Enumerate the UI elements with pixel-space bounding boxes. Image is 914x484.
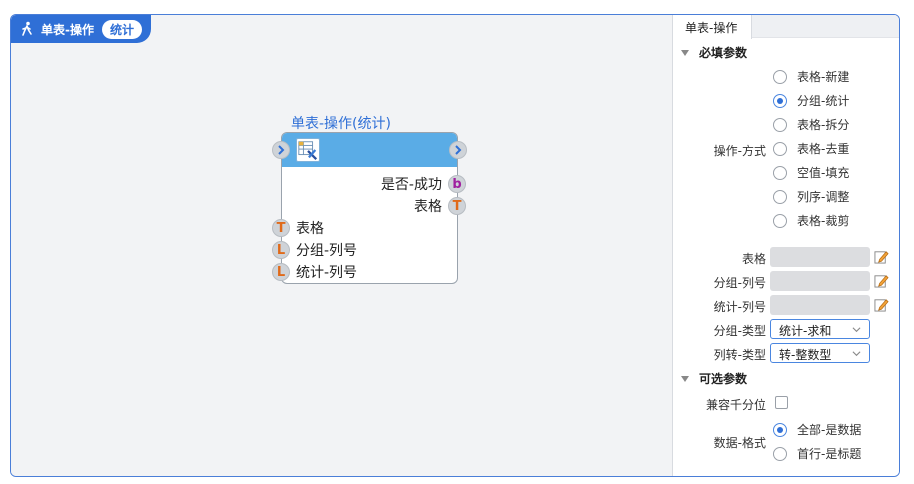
flow-in-port[interactable] [272, 141, 290, 159]
radio-button[interactable] [773, 69, 787, 84]
node-title: 单表-操作(统计) [291, 116, 391, 132]
col-type-value: 转-整数型 [779, 348, 832, 362]
canvas-header: 单表-操作 统计 [11, 15, 151, 43]
table-field[interactable] [770, 247, 870, 267]
required-section-title: 必填参数 [699, 46, 748, 60]
thousands-label: 兼容千分位 [705, 398, 766, 412]
format-option[interactable]: 首行-是标题 [773, 445, 861, 462]
output-table-label: 表格 [414, 199, 442, 215]
operation-option[interactable]: 表格-拆分 [773, 116, 849, 133]
node-header[interactable] [282, 133, 457, 167]
stat-col-field[interactable] [770, 295, 870, 315]
panel-tabbar: 单表-操作 [673, 15, 899, 39]
radio-button-selected[interactable] [773, 422, 787, 437]
radio-button-selected[interactable] [773, 93, 787, 108]
list-port[interactable]: L [272, 263, 290, 281]
radio-button[interactable] [773, 165, 787, 180]
group-col-field-label: 分组-列号 [713, 276, 766, 290]
list-port[interactable]: L [272, 241, 290, 259]
chevron-down-icon [852, 327, 861, 333]
stat-col-field-label: 统计-列号 [713, 300, 766, 314]
radio-button[interactable] [773, 117, 787, 132]
radio-button[interactable] [773, 189, 787, 204]
input-stat-col-label: 统计-列号 [296, 265, 358, 281]
option-label: 分组-统计 [797, 94, 850, 108]
edit-icon[interactable] [874, 273, 889, 288]
option-label: 表格-去重 [797, 142, 850, 156]
option-label: 首行-是标题 [797, 447, 862, 461]
operation-label: 操作-方式 [713, 144, 766, 158]
table-tool-icon [296, 138, 320, 162]
operation-node[interactable]: 是否-成功 b 表格 T T 表格 L 分组-列号 L 统计-列号 [272, 132, 467, 284]
properties-panel: 单表-操作 必填参数 操作-方式 表格-新建 分组-统计 表格-拆分 表格-去重… [672, 15, 899, 476]
radio-button[interactable] [773, 446, 787, 461]
header-badge: 统计 [101, 19, 142, 39]
table-port[interactable]: T [448, 197, 466, 215]
group-type-select[interactable]: 统计-求和 [770, 319, 870, 339]
input-stat-col[interactable]: L 统计-列号 [272, 262, 357, 282]
bool-port[interactable]: b [448, 175, 466, 193]
header-title: 单表-操作 [41, 22, 94, 37]
required-section-toggle[interactable]: 必填参数 [681, 44, 747, 61]
radio-button[interactable] [773, 213, 787, 228]
output-table[interactable]: 表格 T [414, 196, 466, 216]
thousands-checkbox[interactable] [775, 396, 788, 409]
output-success-label: 是否-成功 [380, 177, 442, 193]
operation-option[interactable]: 表格-新建 [773, 68, 849, 85]
operation-option[interactable]: 表格-裁剪 [773, 212, 849, 229]
option-label: 表格-裁剪 [797, 214, 850, 228]
table-field-label: 表格 [741, 252, 766, 266]
format-option[interactable]: 全部-是数据 [773, 421, 861, 438]
option-label: 表格-拆分 [797, 118, 850, 132]
option-label: 空值-填充 [797, 166, 850, 180]
edit-icon[interactable] [874, 297, 889, 312]
input-table[interactable]: T 表格 [272, 218, 324, 238]
col-type-label: 列转-类型 [713, 348, 766, 362]
workflow-canvas[interactable]: 单表-操作 统计 单表-操作(统计) 是否-成功 b 表格 T T 表格 L 分… [11, 15, 672, 476]
optional-section-title: 可选参数 [699, 372, 748, 386]
chevron-down-icon [852, 351, 861, 357]
optional-section-toggle[interactable]: 可选参数 [681, 370, 747, 387]
operation-option[interactable]: 分组-统计 [773, 92, 849, 109]
option-label: 全部-是数据 [797, 423, 862, 437]
group-type-value: 统计-求和 [779, 324, 832, 338]
group-col-field[interactable] [770, 271, 870, 291]
input-group-col-label: 分组-列号 [296, 243, 358, 259]
tab-single-table-op[interactable]: 单表-操作 [673, 15, 753, 39]
group-type-label: 分组-类型 [713, 324, 766, 338]
format-label: 数据-格式 [713, 436, 766, 450]
walk-icon [22, 21, 32, 36]
operation-option[interactable]: 列序-调整 [773, 188, 849, 205]
radio-button[interactable] [773, 141, 787, 156]
collapse-triangle-icon [681, 49, 689, 56]
workflow-editor: 单表-操作 统计 单表-操作(统计) 是否-成功 b 表格 T T 表格 L 分… [10, 14, 900, 477]
input-table-label: 表格 [296, 221, 324, 237]
table-port[interactable]: T [272, 219, 290, 237]
option-label: 列序-调整 [797, 190, 850, 204]
operation-option[interactable]: 表格-去重 [773, 140, 849, 157]
option-label: 表格-新建 [797, 70, 850, 84]
output-success[interactable]: 是否-成功 b [380, 174, 466, 194]
collapse-triangle-icon [681, 375, 689, 382]
operation-option[interactable]: 空值-填充 [773, 164, 849, 181]
input-group-col[interactable]: L 分组-列号 [272, 240, 357, 260]
flow-out-port[interactable] [449, 141, 467, 159]
edit-icon[interactable] [874, 249, 889, 264]
col-type-select[interactable]: 转-整数型 [770, 343, 870, 363]
